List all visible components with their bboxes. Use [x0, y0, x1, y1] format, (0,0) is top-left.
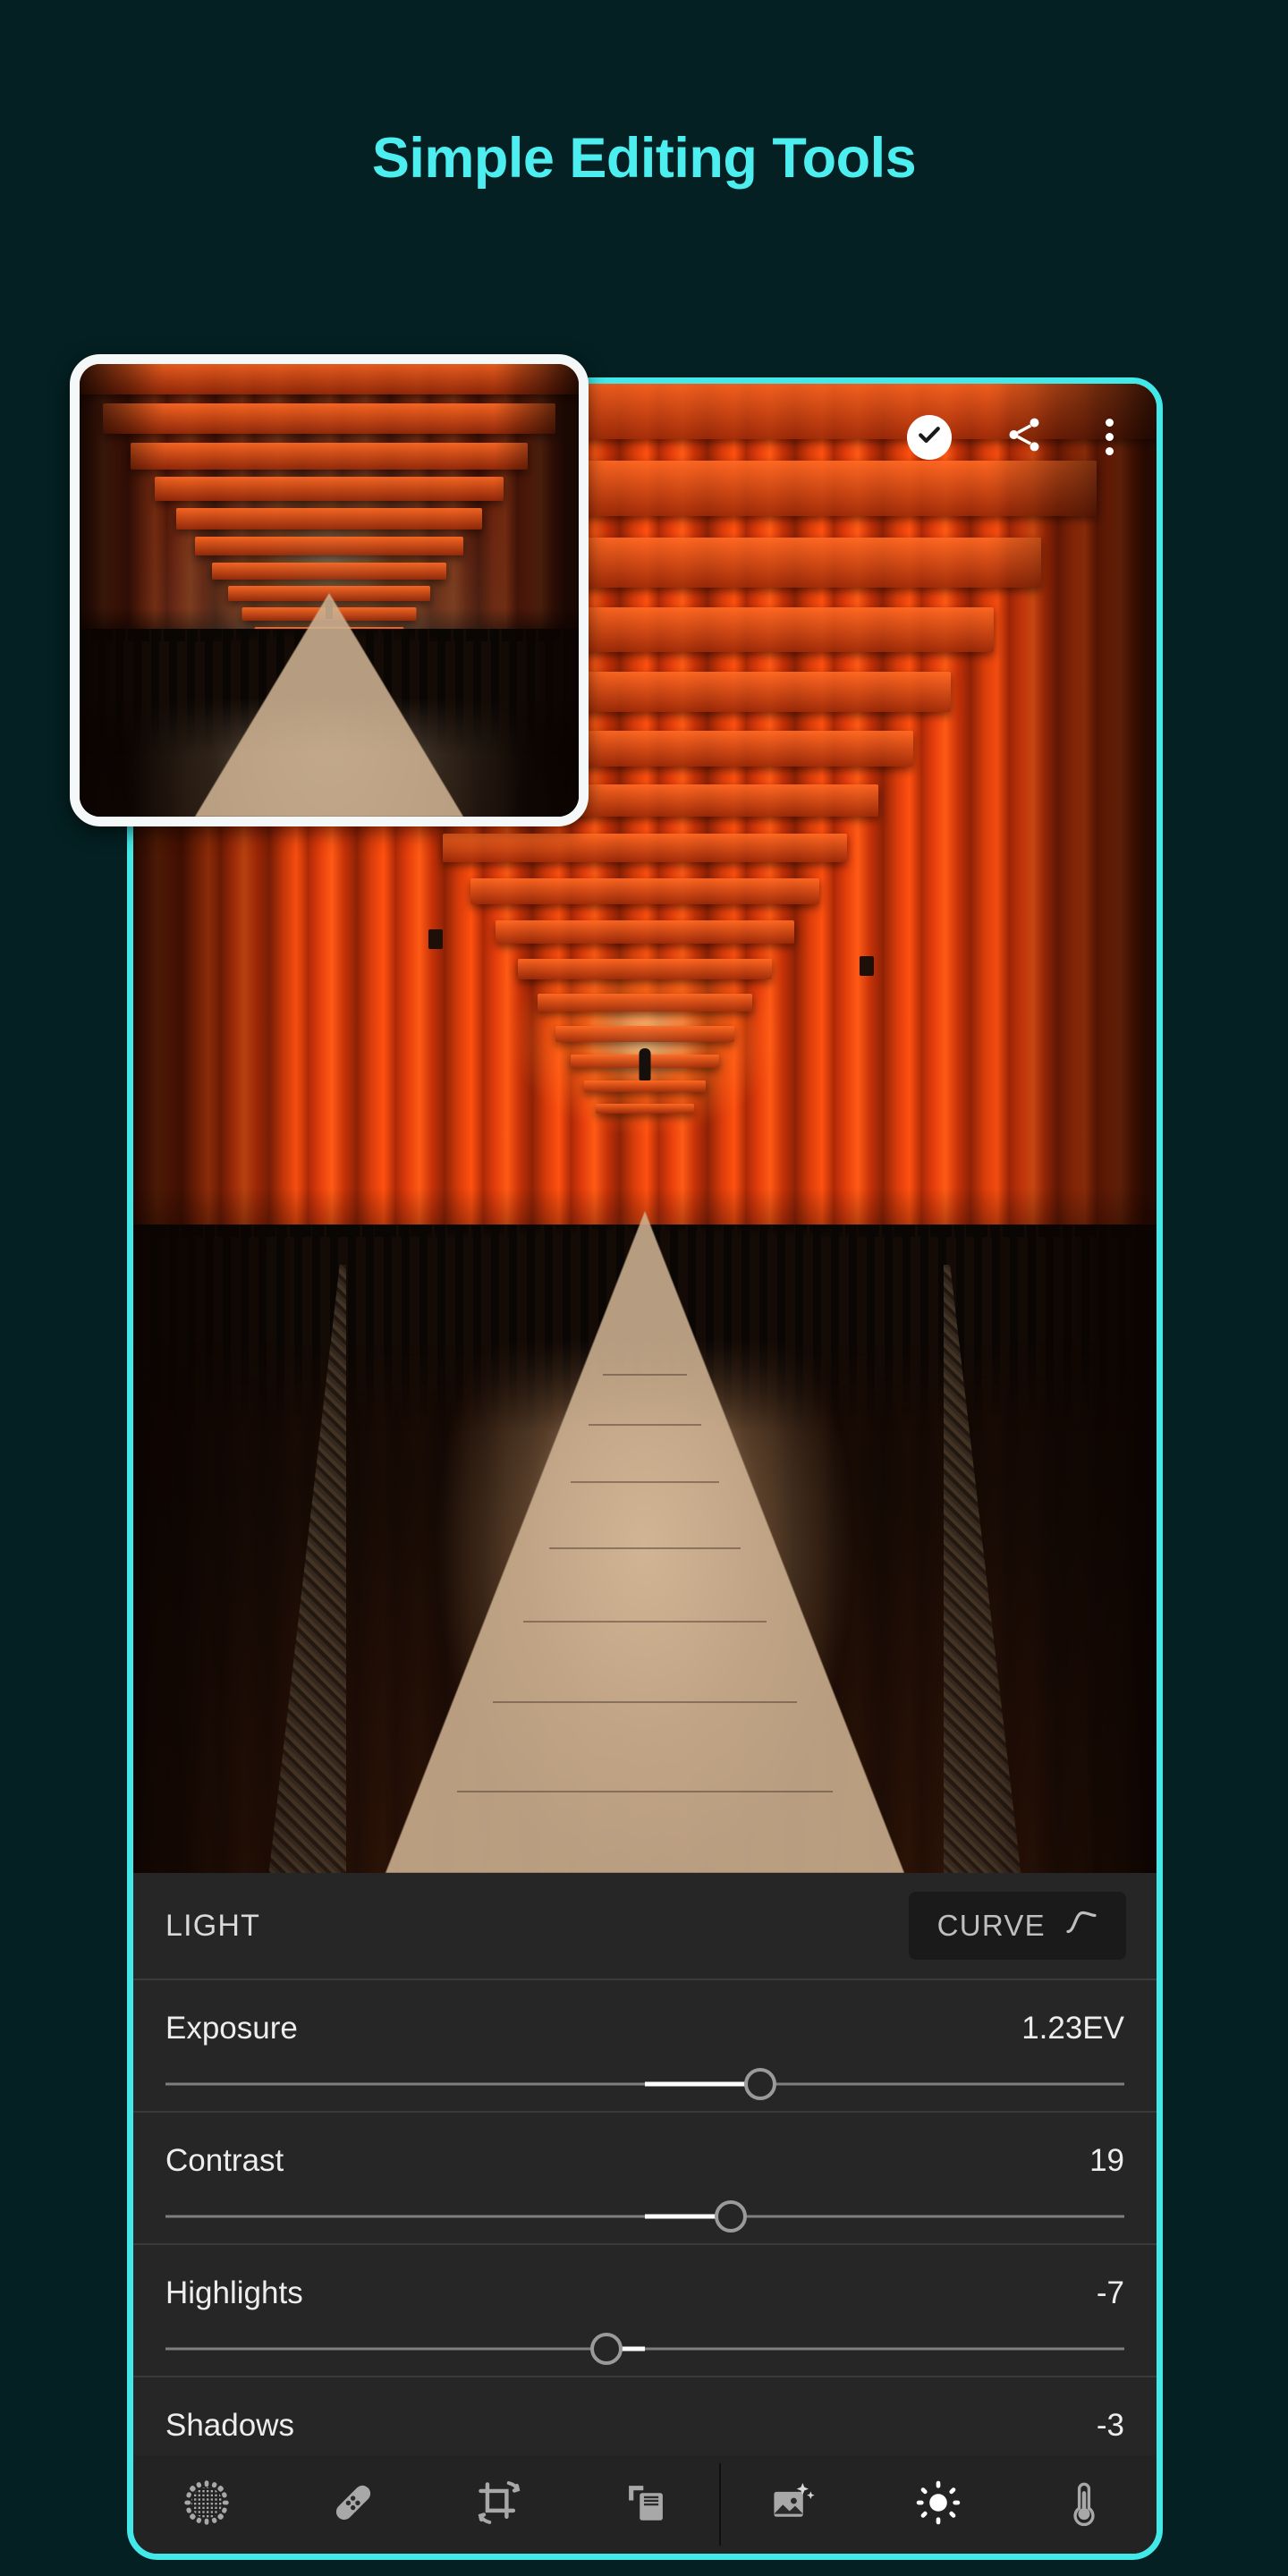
more-options-button[interactable] [1097, 415, 1123, 459]
slider-label: Exposure [165, 2011, 298, 2046]
light-button[interactable] [895, 2463, 981, 2546]
slider-exposure[interactable]: Exposure 1.23EV [133, 1980, 1157, 2111]
curve-button[interactable]: CURVE [908, 1892, 1126, 1960]
slider-value: 1.23EV [1021, 2011, 1124, 2046]
share-button[interactable] [1004, 414, 1045, 460]
page-title: Simple Editing Tools [371, 127, 917, 190]
crop-rotate-button[interactable] [456, 2463, 542, 2546]
toolbar-right-group [721, 2455, 1157, 2554]
thermometer-icon [1060, 2479, 1108, 2531]
slider-track[interactable] [165, 2057, 1124, 2111]
three-dots-icon [1106, 447, 1114, 455]
stone-path [195, 593, 463, 817]
lantern-icon [428, 929, 443, 949]
slider-thumb[interactable] [743, 2068, 776, 2100]
slider-label: Highlights [165, 2275, 303, 2310]
slider-label: Contrast [165, 2143, 284, 2178]
person-silhouette [639, 1047, 651, 1080]
slider-contrast[interactable]: Contrast 19 [133, 2113, 1157, 2243]
light-section-header: LIGHT CURVE [133, 1873, 1157, 1979]
lantern-icon [860, 956, 874, 976]
three-dots-icon [1106, 419, 1114, 427]
edit-panel: LIGHT CURVE Exposure 1.23EV Contrast 19 … [133, 1873, 1157, 2554]
slider-track[interactable] [165, 2190, 1124, 2243]
curve-button-label: CURVE [936, 1909, 1046, 1942]
toolbar-left-group [133, 2455, 719, 2554]
check-icon [916, 421, 943, 453]
slider-bar [165, 2347, 1124, 2351]
slider-value: 19 [1089, 2143, 1124, 2178]
presets-stack-icon [622, 2479, 670, 2531]
dotted-circle-icon [182, 2478, 232, 2532]
color-button[interactable] [1041, 2463, 1127, 2546]
slider-thumb[interactable] [590, 2333, 623, 2365]
crop-rotate-icon [474, 2478, 524, 2532]
sun-icon [913, 2478, 963, 2532]
stone-path [386, 1211, 904, 1873]
share-icon [1004, 414, 1045, 460]
image-sparkle-icon [769, 2479, 818, 2531]
bottom-toolbar [133, 2455, 1157, 2554]
bandage-icon [328, 2478, 378, 2532]
tone-curve-icon [1065, 1909, 1097, 1943]
healing-brush-button[interactable] [310, 2463, 396, 2546]
slider-label: Shadows [165, 2408, 294, 2443]
three-dots-icon [1106, 433, 1114, 441]
slider-value: -3 [1096, 2408, 1124, 2443]
slider-shadows[interactable]: Shadows -3 [133, 2377, 1157, 2444]
done-check-button[interactable] [907, 414, 952, 460]
auto-enhance-button[interactable] [750, 2463, 836, 2546]
slider-thumb[interactable] [715, 2200, 748, 2233]
top-action-bar [907, 414, 1123, 460]
before-thumbnail[interactable] [70, 354, 589, 826]
slider-fill [645, 2081, 760, 2087]
selective-edit-button[interactable] [164, 2463, 250, 2546]
section-title: LIGHT [165, 1908, 261, 1943]
slider-highlights[interactable]: Highlights -7 [133, 2245, 1157, 2376]
slider-track[interactable] [165, 2322, 1124, 2376]
presets-button[interactable] [603, 2463, 689, 2546]
slider-value: -7 [1096, 2275, 1124, 2310]
